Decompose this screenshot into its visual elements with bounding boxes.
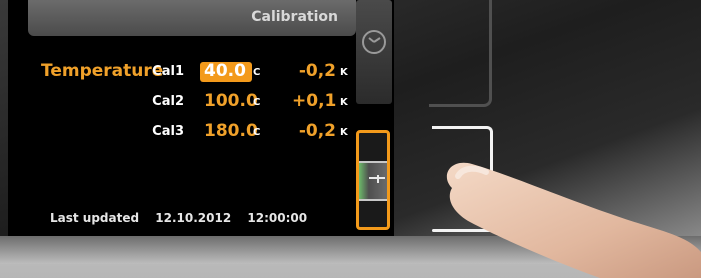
header-bar: Calibration <box>28 0 356 36</box>
cal2-value[interactable]: 100.0 <box>204 91 258 111</box>
calibration-row-1[interactable]: Temperature Cal1 40.0 C -0,2 K <box>8 61 394 86</box>
cal1-delta: -0,2 <box>298 61 336 81</box>
last-updated: Last updated 12.10.2012 12:00:00 <box>50 211 319 225</box>
cal1-unit: C <box>253 67 261 78</box>
calibration-row-2[interactable]: Cal2 100.0 C +0,1 K <box>8 91 394 116</box>
cal3-unit: C <box>253 127 261 138</box>
scroll-bar[interactable] <box>356 130 390 230</box>
cal3-delta: -0,2 <box>298 121 336 141</box>
cal2-label: Cal2 <box>152 94 184 109</box>
calibration-screen: Calibration Temperature Cal1 40.0 C -0,2… <box>8 0 394 236</box>
calibration-row-3[interactable]: Cal3 180.0 C -0,2 K <box>8 121 394 146</box>
cal2-unit: C <box>253 97 261 108</box>
clock-icon <box>362 30 386 54</box>
last-updated-label: Last updated <box>50 211 140 225</box>
cal2-delta: +0,1 <box>292 91 337 111</box>
cal1-delta-unit: K <box>340 67 348 78</box>
scroll-indicator-vertical <box>377 175 379 183</box>
scroll-thumb[interactable] <box>359 161 387 201</box>
cal3-delta-unit: K <box>340 127 348 138</box>
cal1-value[interactable]: 40.0 <box>204 61 246 81</box>
last-updated-date: 12.10.2012 <box>155 211 232 225</box>
last-updated-time: 12:00:00 <box>247 211 308 225</box>
header-title: Calibration <box>251 9 338 25</box>
cal3-value[interactable]: 180.0 <box>204 121 258 141</box>
cal1-label: Cal1 <box>152 64 184 79</box>
finger-touch-image <box>446 162 701 278</box>
clock-button[interactable] <box>356 0 392 104</box>
cal3-label: Cal3 <box>152 124 184 139</box>
cal2-delta-unit: K <box>340 97 348 108</box>
device-key-outline-top <box>429 0 492 107</box>
parameter-label: Temperature <box>41 61 164 81</box>
